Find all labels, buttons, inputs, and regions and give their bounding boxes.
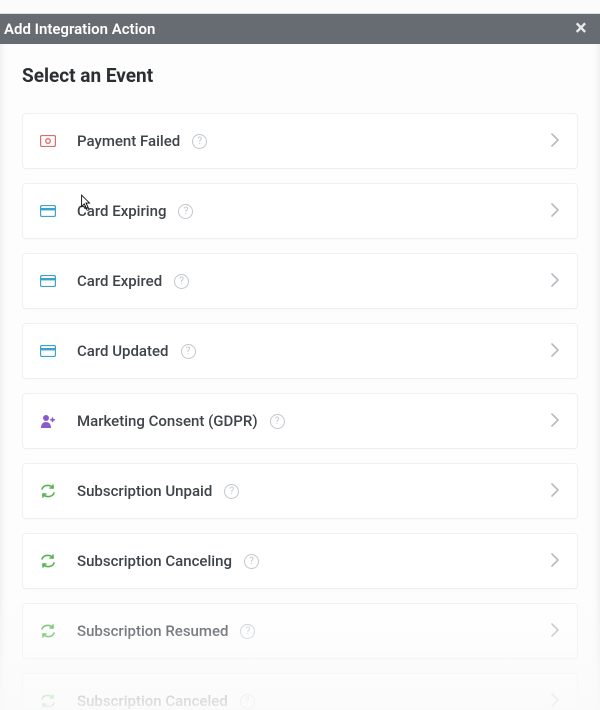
event-label: Card Expiring	[77, 202, 166, 220]
help-icon[interactable]: ?	[181, 344, 196, 359]
window-chrome-strip	[0, 0, 600, 14]
modal-title: Add Integration Action	[4, 20, 570, 38]
event-row-card-expired[interactable]: Card Expired?	[22, 253, 578, 309]
help-icon[interactable]: ?	[192, 134, 207, 149]
chevron-right-icon	[551, 692, 559, 710]
event-label: Card Expired	[77, 272, 162, 290]
card-icon	[37, 340, 59, 362]
event-row-card-expiring[interactable]: Card Expiring?	[22, 183, 578, 239]
card-icon	[37, 270, 59, 292]
event-row-marketing-consent[interactable]: Marketing Consent (GDPR)?	[22, 393, 578, 449]
chevron-right-icon	[551, 412, 559, 431]
event-label: Payment Failed	[77, 132, 180, 150]
event-label: Marketing Consent (GDPR)	[77, 412, 258, 430]
card-icon	[37, 200, 59, 222]
chevron-right-icon	[551, 552, 559, 571]
cycle-icon	[37, 550, 59, 572]
event-label: Subscription Canceling	[77, 552, 232, 570]
event-list: Payment Failed?Card Expiring?Card Expire…	[0, 99, 600, 710]
chevron-right-icon	[551, 272, 559, 291]
event-label: Subscription Resumed	[77, 622, 228, 640]
help-icon[interactable]: ?	[270, 414, 285, 429]
section-title: Select an Event	[0, 64, 600, 99]
close-icon[interactable]: ×	[570, 18, 592, 40]
modal-header: Add Integration Action ×	[0, 14, 600, 44]
cash-icon	[37, 130, 59, 152]
cycle-icon	[37, 690, 59, 710]
cycle-icon	[37, 620, 59, 642]
event-row-subscription-unpaid[interactable]: Subscription Unpaid?	[22, 463, 578, 519]
help-icon[interactable]: ?	[174, 274, 189, 289]
chevron-right-icon	[551, 622, 559, 641]
cycle-icon	[37, 480, 59, 502]
help-icon[interactable]: ?	[240, 624, 255, 639]
event-row-subscription-canceling[interactable]: Subscription Canceling?	[22, 533, 578, 589]
event-label: Subscription Canceled	[77, 692, 228, 710]
event-label: Subscription Unpaid	[77, 482, 212, 500]
chevron-right-icon	[551, 132, 559, 151]
help-icon[interactable]: ?	[244, 554, 259, 569]
event-row-subscription-canceled[interactable]: Subscription Canceled?	[22, 673, 578, 710]
chevron-right-icon	[551, 482, 559, 501]
chevron-right-icon	[551, 202, 559, 221]
event-label: Card Updated	[77, 342, 169, 360]
event-row-subscription-resumed[interactable]: Subscription Resumed?	[22, 603, 578, 659]
person-icon	[37, 410, 59, 432]
modal-body: Select an Event Payment Failed?Card Expi…	[0, 44, 600, 710]
event-row-payment-failed[interactable]: Payment Failed?	[22, 113, 578, 169]
help-icon[interactable]: ?	[224, 484, 239, 499]
event-row-card-updated[interactable]: Card Updated?	[22, 323, 578, 379]
chevron-right-icon	[551, 342, 559, 361]
help-icon[interactable]: ?	[240, 694, 255, 709]
help-icon[interactable]: ?	[178, 204, 193, 219]
